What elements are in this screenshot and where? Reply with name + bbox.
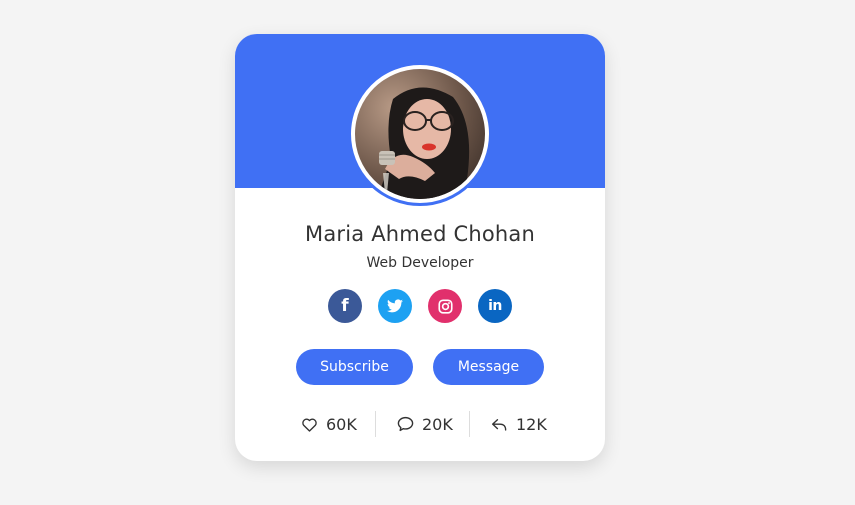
profile-name: Maria Ahmed Chohan (305, 222, 535, 246)
stat-shares[interactable]: 12K (491, 410, 547, 438)
reply-icon (492, 418, 507, 431)
stat-comments[interactable]: 20K (397, 410, 453, 438)
comments-count: 20K (422, 414, 453, 434)
avatar-photo (355, 69, 485, 199)
profile-job-title: Web Developer (366, 255, 474, 271)
profile-card: Maria Ahmed Chohan Web Developer f in Su… (235, 34, 605, 461)
avatar[interactable] (355, 69, 485, 199)
linkedin-link[interactable]: in (478, 289, 512, 323)
linkedin-icon: in (488, 298, 502, 314)
facebook-icon: f (341, 296, 349, 316)
twitter-icon (387, 299, 403, 313)
avatar-ring (348, 62, 492, 206)
subscribe-button[interactable]: Subscribe (296, 349, 413, 385)
comment-icon (397, 416, 414, 432)
stats-divider (469, 411, 470, 437)
stats-divider (375, 411, 376, 437)
profile-stats: 60K 20K 12K (235, 410, 605, 438)
social-links: f in (328, 289, 512, 323)
facebook-link[interactable]: f (328, 289, 362, 323)
message-button[interactable]: Message (433, 349, 544, 385)
heart-icon (302, 418, 317, 432)
shares-count: 12K (516, 414, 547, 434)
likes-count: 60K (326, 414, 357, 434)
stat-likes[interactable]: 60K (301, 410, 357, 438)
instagram-link[interactable] (428, 289, 462, 323)
instagram-icon (437, 298, 453, 314)
twitter-link[interactable] (378, 289, 412, 323)
